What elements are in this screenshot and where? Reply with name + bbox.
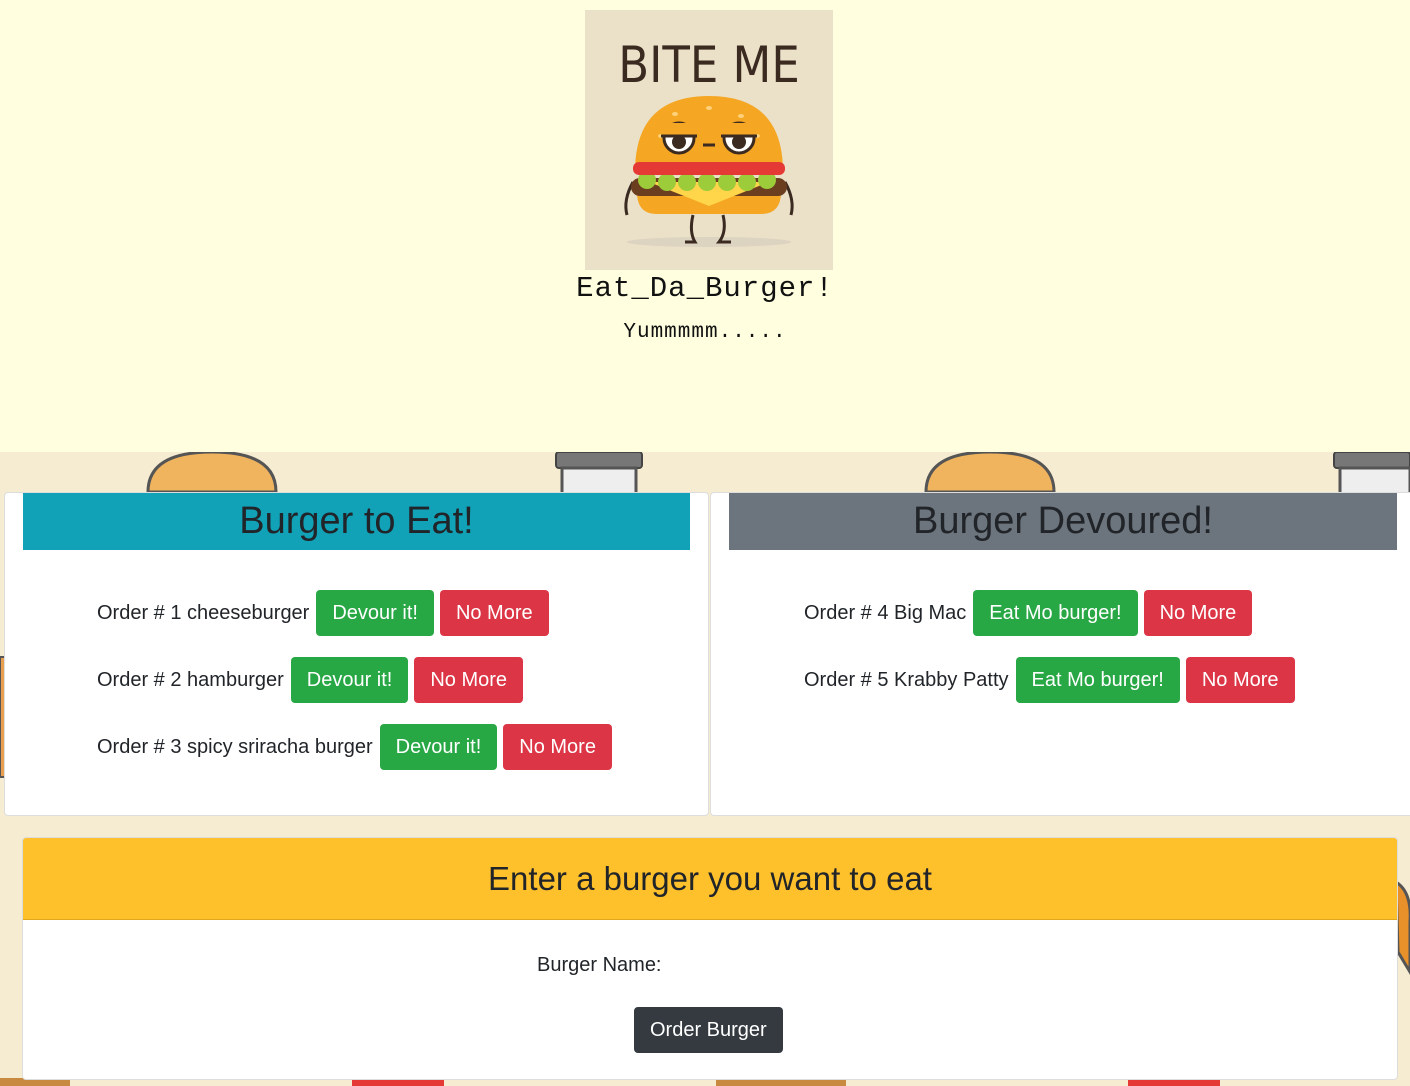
- no-more-button[interactable]: No More: [503, 724, 612, 770]
- list-item: Order # 4 Big Mac Eat Mo burger! No More: [804, 590, 1258, 636]
- order-label: Order # 5 Krabby Patty: [804, 668, 1009, 691]
- list-item: Order # 3 spicy sriracha burger Devour i…: [97, 724, 618, 770]
- fries-icon: [1394, 879, 1410, 975]
- eat-mo-burger-button[interactable]: Eat Mo burger!: [1015, 657, 1180, 703]
- order-label: Order # 2 hamburger: [97, 668, 284, 691]
- burger-bun-icon: [924, 452, 1056, 494]
- site-title: Eat_Da_Burger!: [576, 272, 834, 305]
- order-label: Order # 3 spicy sriracha burger: [97, 735, 373, 758]
- order-form-heading: Enter a burger you want to eat: [23, 838, 1397, 920]
- no-more-button[interactable]: No More: [414, 657, 524, 703]
- order-burger-button[interactable]: Order Burger: [634, 1007, 783, 1053]
- burger-bun-icon: [146, 452, 278, 494]
- no-more-button[interactable]: No More: [439, 590, 549, 636]
- header-band: BITE ME Eat_Da_Burger! Yummmmm.....: [0, 0, 1410, 452]
- logo-text: BITE ME: [618, 36, 800, 94]
- list-item: Order # 5 Krabby Patty Eat Mo burger! No…: [804, 657, 1301, 703]
- order-label: Order # 4 Big Mac: [804, 601, 967, 624]
- devour-button[interactable]: Devour it!: [290, 657, 409, 703]
- order-form-card: Enter a burger you want to eat Burger Na…: [22, 837, 1398, 1080]
- no-more-button[interactable]: No More: [1185, 657, 1295, 703]
- burger-devoured-card: Burger Devoured! Order # 4 Big Mac Eat M…: [710, 492, 1410, 816]
- list-item: Order # 1 cheeseburger Devour it! No Mor…: [97, 590, 555, 636]
- devour-button[interactable]: Devour it!: [379, 724, 498, 770]
- burger-mascot-icon: BITE ME: [618, 36, 800, 247]
- list-item: Order # 2 hamburger Devour it! No More: [97, 657, 529, 703]
- eat-mo-burger-button[interactable]: Eat Mo burger!: [973, 590, 1138, 636]
- burger-to-eat-heading: Burger to Eat!: [23, 493, 690, 550]
- site-subtitle: Yummmmm.....: [623, 321, 787, 344]
- bite-me-logo: BITE ME: [585, 10, 833, 270]
- order-label: Order # 1 cheeseburger: [97, 601, 310, 624]
- burger-name-label: Burger Name:: [537, 954, 662, 976]
- burger-name-input[interactable]: [699, 948, 1003, 984]
- burger-to-eat-card: Burger to Eat! Order # 1 cheeseburger De…: [4, 492, 709, 816]
- no-more-button[interactable]: No More: [1143, 590, 1253, 636]
- devour-button[interactable]: Devour it!: [316, 590, 434, 636]
- burger-devoured-heading: Burger Devoured!: [729, 493, 1397, 550]
